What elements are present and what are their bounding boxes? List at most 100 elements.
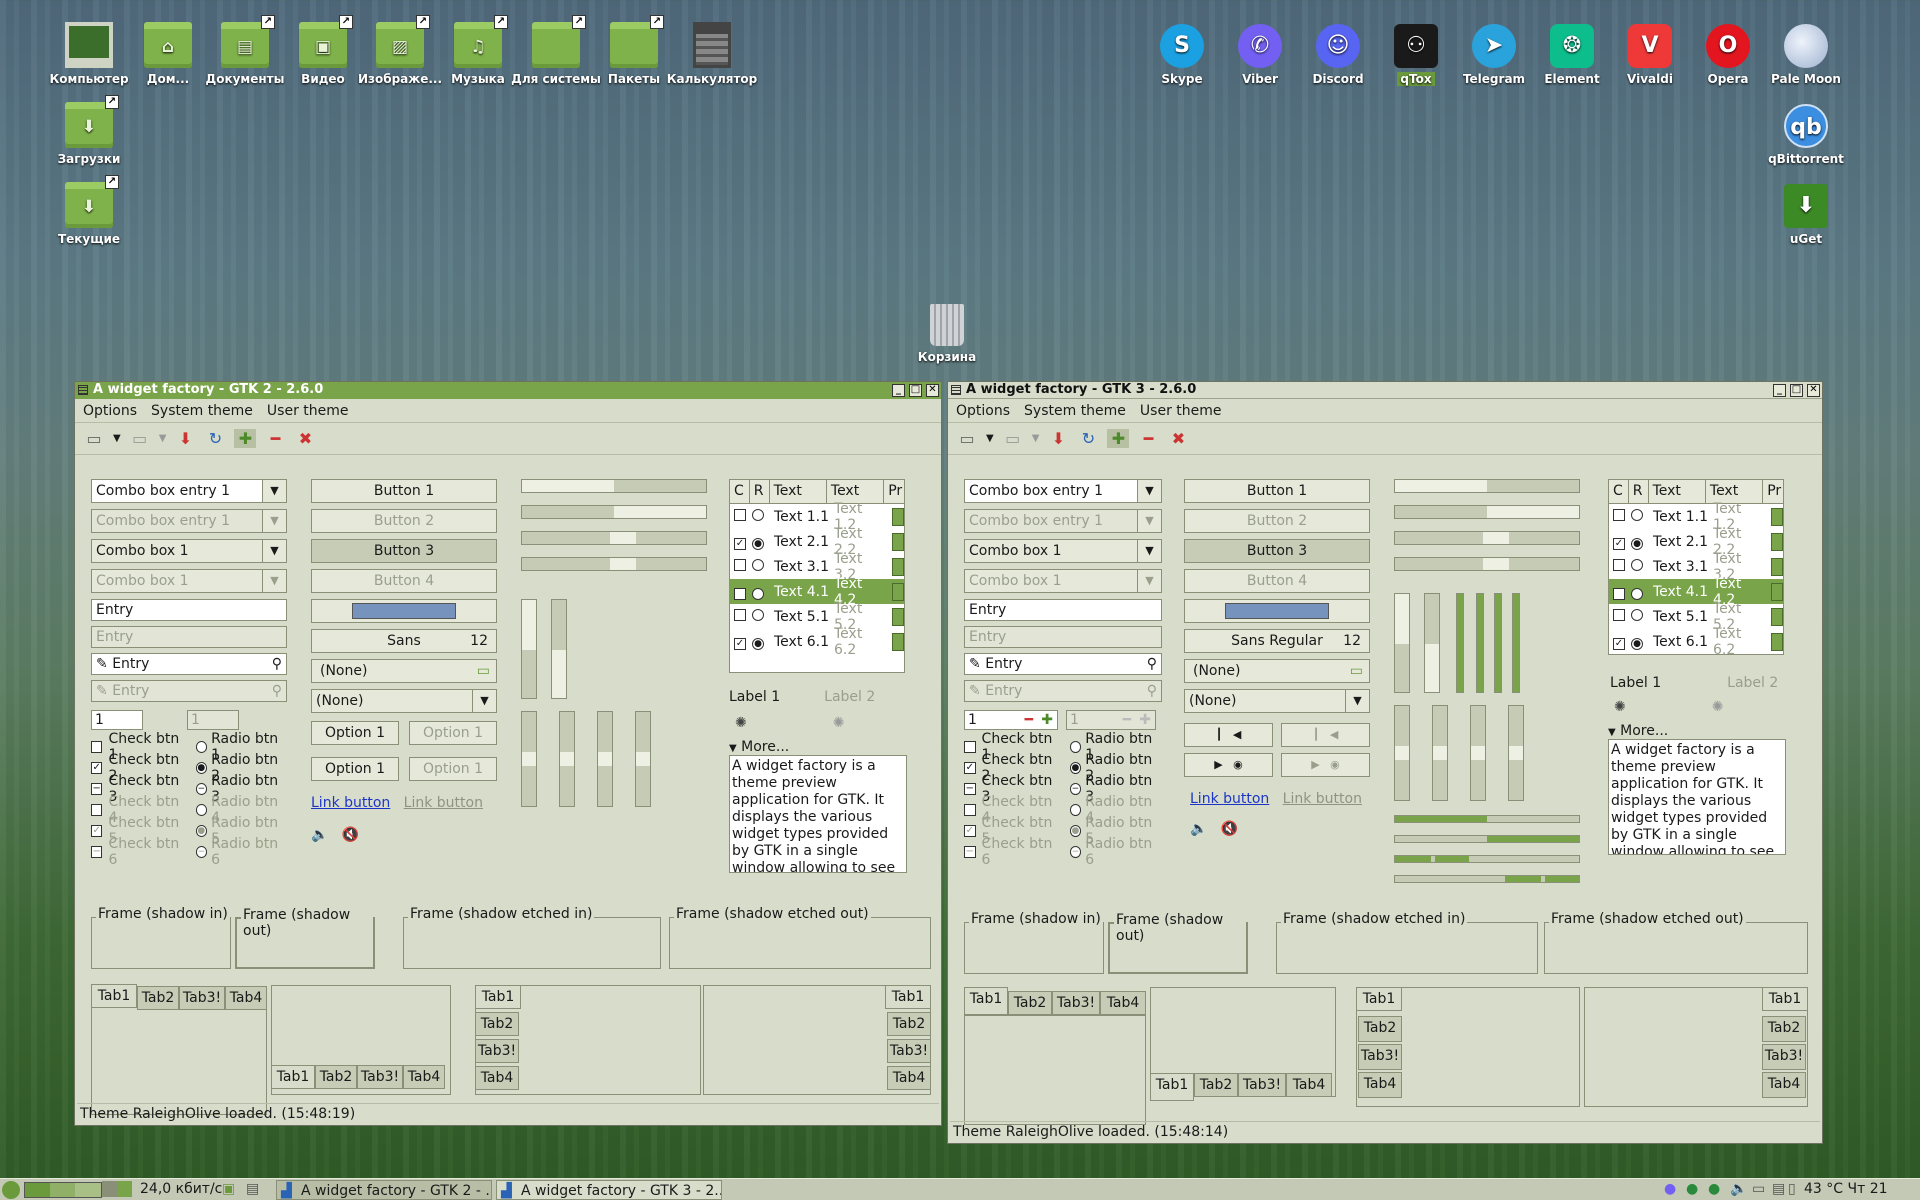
search-icon[interactable]: ⚲	[1147, 654, 1157, 674]
chevron-down-icon[interactable]: ▼	[1137, 480, 1161, 502]
clear-icon[interactable]: ✎	[96, 656, 108, 672]
radio-button[interactable]: ●	[1631, 587, 1643, 600]
table-row[interactable]: ✓ ● Text 6.1 Text 6.2	[730, 626, 904, 658]
tray-display-icon[interactable]: ▭	[1752, 1179, 1765, 1200]
tab-2[interactable]: Tab2	[315, 1065, 357, 1089]
checkbox[interactable]	[734, 608, 746, 621]
tray-volume-icon[interactable]: 🔈	[1730, 1179, 1747, 1200]
tab-4[interactable]: Tab4	[403, 1065, 445, 1089]
combo-box-entry[interactable]: Combo box entry 1 ▼	[964, 479, 1162, 503]
tab-2[interactable]: Tab2	[1358, 1016, 1402, 1042]
tab-3[interactable]: Tab3!	[357, 1065, 403, 1089]
tab-2[interactable]: Tab2	[1008, 991, 1052, 1015]
download-icon[interactable]: ⬇	[174, 429, 196, 448]
checkbox[interactable]: ✓	[734, 587, 746, 600]
horizontal-scale-slider[interactable]	[521, 557, 707, 571]
color-button[interactable]	[311, 599, 497, 623]
desktop-icon-uget[interactable]: ⬇ uGet	[1756, 184, 1856, 246]
checkbox[interactable]: ✓	[734, 537, 746, 550]
radio-button[interactable]: −	[195, 782, 208, 795]
checkbox[interactable]: ✓	[1613, 637, 1625, 650]
horizontal-scale[interactable]	[1394, 505, 1580, 519]
close-icon[interactable]: ✕	[1807, 384, 1820, 397]
delete-icon[interactable]: ✖	[1167, 429, 1189, 448]
file-chooser-button[interactable]: (None) ▭	[311, 659, 497, 683]
checkbox[interactable]: −	[91, 782, 103, 795]
window-gtk3[interactable]: A widget factory - GTK 3 - 2.6.0 _ □ ✕ O…	[947, 381, 1823, 1144]
checkbox[interactable]: −	[964, 782, 976, 795]
menu-options[interactable]: Options	[83, 403, 137, 419]
tab-1[interactable]: Tab1	[271, 1065, 315, 1089]
link-button[interactable]: Link button	[1190, 791, 1269, 807]
tray-whatsapp-icon[interactable]: ●	[1686, 1179, 1698, 1200]
tab-4[interactable]: Tab4	[225, 986, 267, 1010]
chevron-down-icon[interactable]: ▼	[113, 433, 121, 444]
radio-button[interactable]: ●	[752, 587, 764, 600]
button-1[interactable]: Button 1	[311, 479, 497, 503]
radio-button[interactable]: ●	[752, 537, 764, 550]
tab-3[interactable]: Tab3!	[475, 1039, 519, 1063]
tab-4[interactable]: Tab4	[1762, 1072, 1806, 1098]
checkbox[interactable]	[734, 508, 746, 521]
tab-4[interactable]: Tab4	[1286, 1073, 1332, 1097]
open-folder-icon[interactable]: ▭	[956, 429, 978, 448]
radio-button[interactable]: ●	[1069, 761, 1082, 774]
entry-field[interactable]: Entry	[91, 599, 287, 621]
start-menu-icon[interactable]	[2, 1181, 20, 1199]
radio-button[interactable]	[752, 508, 764, 521]
chevron-down-icon[interactable]: ▼	[1032, 433, 1040, 444]
add-icon[interactable]: ✚	[234, 429, 257, 448]
tab-3[interactable]: Tab3!	[887, 1039, 931, 1063]
table-row[interactable]: ✓ ● Text 6.1 Text 6.2	[1609, 626, 1783, 654]
clock[interactable]: 43 °C Чт 21 15:53	[1804, 1179, 1920, 1200]
text-view[interactable]: A widget factory is a theme preview appl…	[1608, 739, 1786, 855]
combo-none[interactable]: (None) ▼	[1184, 689, 1370, 713]
tray-phone-icon[interactable]: ●	[1708, 1179, 1720, 1200]
vertical-scale[interactable]	[1470, 705, 1486, 801]
vertical-scale[interactable]	[1432, 705, 1448, 801]
window-menu-icon[interactable]	[78, 385, 88, 395]
font-button[interactable]: Sans 12	[311, 629, 497, 653]
column-header[interactable]: Pr	[1763, 480, 1783, 503]
add-icon[interactable]: ✚	[1041, 711, 1053, 729]
checkbox[interactable]	[734, 558, 746, 571]
radio-button[interactable]: ●	[1631, 537, 1643, 550]
window-gtk2[interactable]: A widget factory - GTK 2 - 2.6.0 _ □ ✕ O…	[74, 381, 942, 1126]
vertical-scale[interactable]	[521, 599, 537, 699]
tab-1[interactable]: Tab1	[91, 984, 137, 1008]
delete-icon[interactable]: ✖	[294, 429, 316, 448]
checkbox[interactable]	[1613, 508, 1625, 521]
vertical-scale[interactable]	[559, 711, 575, 807]
tab-2[interactable]: Tab2	[475, 1012, 519, 1036]
radio-button[interactable]	[1631, 508, 1643, 521]
option-menu[interactable]: Option 1	[311, 757, 399, 781]
horizontal-scale[interactable]	[1394, 479, 1580, 493]
title-bar[interactable]: A widget factory - GTK 2 - 2.6.0 _ □ ✕	[75, 382, 941, 399]
color-button[interactable]	[1184, 599, 1370, 623]
column-header[interactable]: C	[730, 480, 750, 503]
radio-button[interactable]: ●	[752, 637, 764, 650]
minimize-icon[interactable]: _	[892, 384, 905, 397]
horizontal-scale-slider[interactable]	[521, 531, 707, 545]
tab-2[interactable]: Tab2	[1194, 1073, 1238, 1097]
tab-3[interactable]: Tab3!	[1238, 1073, 1286, 1097]
tab-3[interactable]: Tab3!	[1762, 1044, 1806, 1070]
column-header[interactable]: C	[1609, 480, 1629, 503]
tab-3[interactable]: Tab3!	[179, 986, 225, 1010]
tab-4[interactable]: Tab4	[475, 1066, 519, 1090]
workspace-switcher[interactable]	[24, 1182, 102, 1198]
text-view[interactable]: A widget factory is a theme preview appl…	[729, 755, 907, 873]
font-button[interactable]: Sans Regular 12	[1184, 629, 1370, 653]
title-bar[interactable]: A widget factory - GTK 3 - 2.6.0 _ □ ✕	[948, 382, 1822, 399]
window-menu-icon[interactable]	[951, 385, 961, 395]
volume-icon[interactable]: 🔈	[311, 827, 328, 843]
tab-2[interactable]: Tab2	[887, 1012, 931, 1036]
vertical-scale[interactable]	[597, 711, 613, 807]
menu-system-theme[interactable]: System theme	[1024, 403, 1126, 419]
checkbox[interactable]: ✓	[964, 761, 976, 774]
tree-view[interactable]: C R Text Text Pr Text 1.1 Text 1.2 ✓ ● Text 2.1 T…	[1608, 479, 1784, 655]
remove-icon[interactable]: ━	[1137, 429, 1159, 448]
file-chooser-button[interactable]: (None) ▭	[1184, 659, 1370, 683]
chevron-down-icon[interactable]: ▼	[159, 433, 167, 444]
refresh-icon[interactable]: ↻	[1077, 429, 1099, 448]
